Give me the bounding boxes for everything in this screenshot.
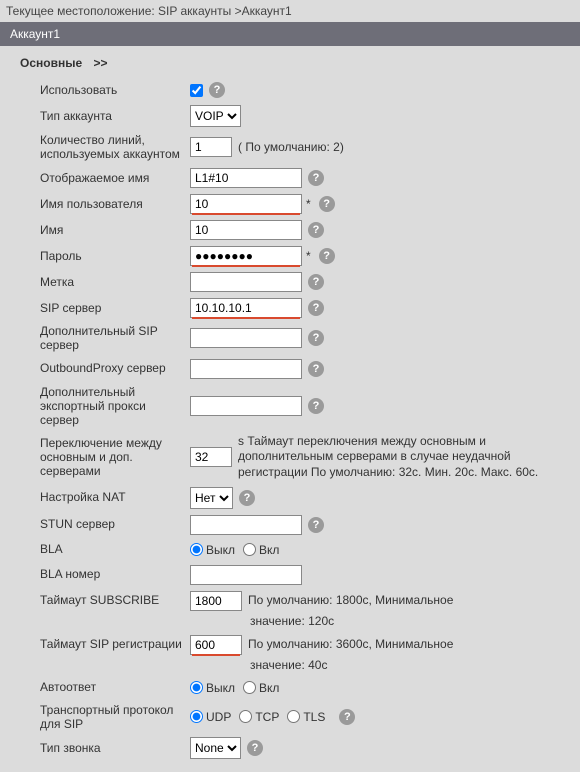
alt-sip-label: Дополнительный SIP сервер	[40, 324, 190, 353]
alt-sip-input[interactable]	[190, 328, 302, 348]
form-area: Использовать ? Тип аккаунта VOIP Количес…	[0, 78, 580, 772]
auto-answer-on-text: Вкл	[259, 681, 279, 695]
bla-off-radio[interactable]	[190, 543, 203, 556]
transport-label: Транспортный протокол для SIP	[40, 703, 190, 732]
subscribe-timeout-hint1: По умолчанию: 1800с, Минимальное	[248, 593, 570, 609]
sip-reg-timeout-hint1: По умолчанию: 3600с, Минимальное	[248, 637, 570, 653]
username-input[interactable]	[190, 194, 302, 214]
help-icon[interactable]: ?	[308, 300, 324, 316]
name-input[interactable]	[190, 220, 302, 240]
chevron-right-icon: >>	[93, 56, 107, 70]
bla-label: BLA	[40, 542, 190, 556]
outbound-proxy-input[interactable]	[190, 359, 302, 379]
help-icon[interactable]: ?	[308, 330, 324, 346]
help-icon[interactable]: ?	[308, 170, 324, 186]
outbound-proxy-label: OutboundProxy сервер	[40, 361, 190, 375]
tag-label: Метка	[40, 275, 190, 289]
bla-off-option[interactable]: Выкл	[190, 543, 235, 557]
section-header[interactable]: Основные >>	[0, 46, 580, 78]
password-input[interactable]	[190, 246, 302, 266]
bla-off-text: Выкл	[206, 543, 235, 557]
auto-answer-off-text: Выкл	[206, 681, 235, 695]
nat-label: Настройка NAT	[40, 490, 190, 504]
breadcrumb: Текущее местоположение: SIP аккаунты >Ак…	[0, 0, 580, 22]
help-icon[interactable]: ?	[339, 709, 355, 725]
nat-select[interactable]: Нет	[190, 487, 233, 509]
bla-on-radio[interactable]	[243, 543, 256, 556]
enable-checkbox[interactable]	[190, 84, 203, 97]
page-title-bar: Аккаунт1	[0, 22, 580, 46]
transport-tls-radio[interactable]	[287, 710, 300, 723]
help-icon[interactable]: ?	[308, 398, 324, 414]
transport-tcp-text: TCP	[255, 710, 279, 724]
auto-answer-off-option[interactable]: Выкл	[190, 681, 235, 695]
switch-label: Переключение между основным и доп. серве…	[40, 436, 190, 479]
help-icon[interactable]: ?	[308, 222, 324, 238]
account-type-label: Тип аккаунта	[40, 109, 190, 123]
help-icon[interactable]: ?	[247, 740, 263, 756]
help-icon[interactable]: ?	[319, 196, 335, 212]
line-count-label: Количество линий, используемых аккаунтом	[40, 133, 190, 162]
help-icon[interactable]: ?	[308, 361, 324, 377]
name-label: Имя	[40, 223, 190, 237]
stun-input[interactable]	[190, 515, 302, 535]
switch-input[interactable]	[190, 447, 232, 467]
switch-hint: s Таймаут переключения между основным и …	[238, 434, 570, 481]
help-icon[interactable]: ?	[308, 517, 324, 533]
display-name-label: Отображаемое имя	[40, 171, 190, 185]
section-title: Основные	[20, 56, 82, 70]
help-icon[interactable]: ?	[319, 248, 335, 264]
bla-number-input[interactable]	[190, 565, 302, 585]
subscribe-timeout-hint2: значение: 120с	[250, 614, 334, 628]
sip-server-input[interactable]	[190, 298, 302, 318]
sip-reg-timeout-hint2: значение: 40с	[250, 658, 327, 672]
transport-tcp-option[interactable]: TCP	[239, 710, 279, 724]
auto-answer-label: Автоответ	[40, 680, 190, 694]
bla-on-option[interactable]: Вкл	[243, 543, 279, 557]
stun-label: STUN сервер	[40, 517, 190, 531]
username-label: Имя пользователя	[40, 197, 190, 211]
account-type-select[interactable]: VOIP	[190, 105, 241, 127]
subscribe-timeout-input[interactable]	[190, 591, 242, 611]
enable-label: Использовать	[40, 83, 190, 97]
ring-type-label: Тип звонка	[40, 741, 190, 755]
line-count-hint: ( По умолчанию: 2)	[238, 140, 570, 156]
transport-tls-option[interactable]: TLS	[287, 710, 325, 724]
line-count-input[interactable]	[190, 137, 232, 157]
transport-tcp-radio[interactable]	[239, 710, 252, 723]
auto-answer-off-radio[interactable]	[190, 681, 203, 694]
help-icon[interactable]: ?	[209, 82, 225, 98]
bla-number-label: BLA номер	[40, 567, 190, 581]
sip-reg-timeout-label: Таймаут SIP регистрации	[40, 637, 190, 651]
alt-export-proxy-label: Дополнительный экспортный прокси сервер	[40, 385, 190, 428]
alt-export-proxy-input[interactable]	[190, 396, 302, 416]
required-star: *	[306, 197, 311, 211]
subscribe-timeout-label: Таймаут SUBSCRIBE	[40, 593, 190, 607]
required-star: *	[306, 249, 311, 263]
ring-type-select[interactable]: None	[190, 737, 241, 759]
transport-udp-text: UDP	[206, 710, 231, 724]
help-icon[interactable]: ?	[308, 274, 324, 290]
auto-answer-on-option[interactable]: Вкл	[243, 681, 279, 695]
auto-answer-on-radio[interactable]	[243, 681, 256, 694]
sip-server-label: SIP сервер	[40, 301, 190, 315]
transport-udp-radio[interactable]	[190, 710, 203, 723]
password-label: Пароль	[40, 249, 190, 263]
transport-udp-option[interactable]: UDP	[190, 710, 231, 724]
sip-reg-timeout-input[interactable]	[190, 635, 242, 655]
tag-input[interactable]	[190, 272, 302, 292]
transport-tls-text: TLS	[303, 710, 325, 724]
display-name-input[interactable]	[190, 168, 302, 188]
help-icon[interactable]: ?	[239, 490, 255, 506]
bla-on-text: Вкл	[259, 543, 279, 557]
